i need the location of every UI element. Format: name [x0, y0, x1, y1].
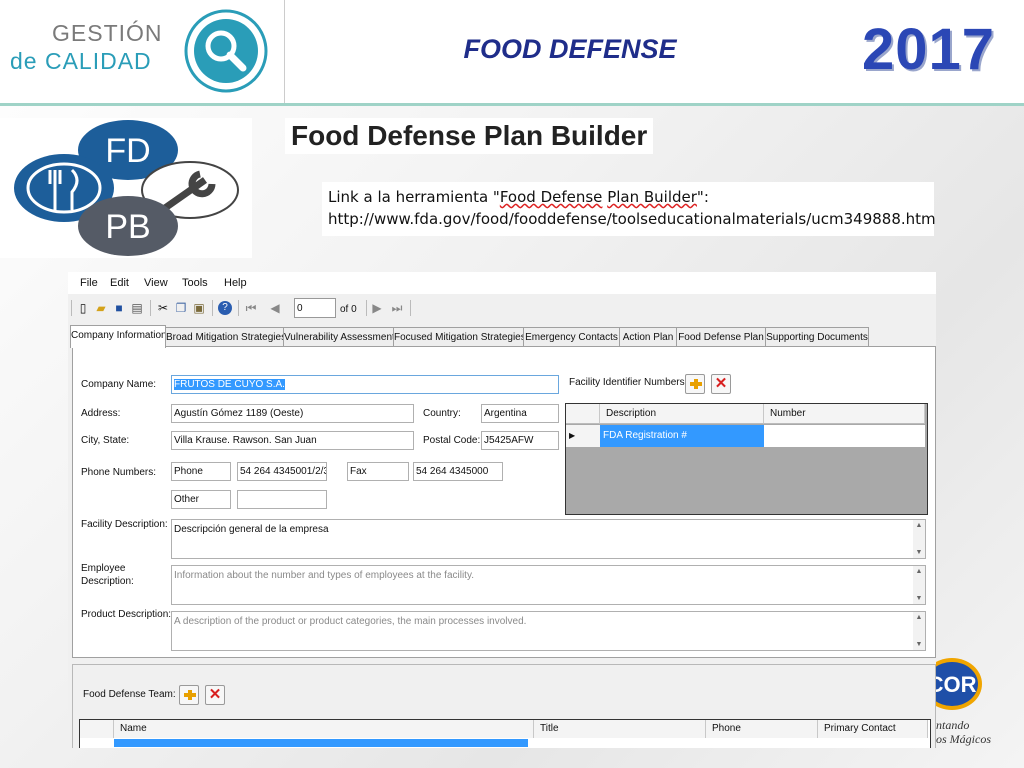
print-icon[interactable]: ▤ — [130, 301, 144, 315]
first-page-icon[interactable]: ⏮ — [244, 301, 258, 315]
prev-page-icon[interactable]: ◀ — [268, 301, 282, 315]
logo-line1: GESTIÓN — [52, 20, 163, 46]
slide-year: 2017 — [862, 17, 996, 82]
phone-numbers-label: Phone Numbers: — [81, 467, 157, 478]
paste-icon[interactable]: ▣ — [192, 301, 206, 315]
menu-file[interactable]: File — [80, 277, 98, 289]
header-divider — [0, 103, 1024, 106]
scrollbar[interactable]: ▲ ▼ — [913, 566, 925, 604]
facility-id-grid: Description Number ▶ FDA Registration # — [565, 403, 928, 515]
grid-header-number[interactable]: Number — [764, 404, 925, 424]
toolbar: ▯ ▰ ■ ▤ ✂ ❐ ▣ ? ⏮ ◀ 0 of 0 ▶ ⏭ — [68, 296, 936, 322]
menu-tools[interactable]: Tools — [182, 277, 208, 289]
next-page-icon[interactable]: ▶ — [370, 301, 384, 315]
postal-code-label: Postal Code: — [423, 435, 481, 446]
new-file-icon[interactable]: ▯ — [76, 301, 90, 315]
postal-code-input[interactable]: J5425AFW — [481, 431, 559, 450]
page-count-label: of 0 — [340, 304, 357, 315]
open-folder-icon[interactable]: ▰ — [94, 301, 108, 315]
scrollbar[interactable]: ▲ ▼ — [913, 520, 925, 558]
fdpb-logo: FD PB — [0, 118, 252, 258]
slide-header: GESTIÓN de CALIDAD FOOD DEFENSE 2017 — [0, 0, 1024, 104]
builder-title: Food Defense Plan Builder — [285, 118, 654, 154]
facility-id-label: Facility Identifier Numbers: — [569, 377, 688, 388]
country-input[interactable]: Argentina — [481, 404, 559, 423]
other-value-input[interactable] — [237, 490, 327, 509]
food-defense-team-panel: Food Defense Team: ✕ Name Title Phone Pr… — [72, 664, 936, 748]
employee-description-label-1: Employee — [81, 563, 126, 574]
company-info-panel: Company Name: FRUTOS DE CUYO S.A. Addres… — [72, 346, 936, 658]
team-header-phone[interactable]: Phone — [706, 720, 818, 738]
other-type-input[interactable]: Other — [171, 490, 231, 509]
city-input[interactable]: Villa Krause. Rawson. San Juan — [171, 431, 414, 450]
facility-description-input[interactable]: Descripción general de la empresa ▲ ▼ — [171, 519, 926, 559]
tab-action-plan[interactable]: Action Plan — [619, 327, 677, 347]
team-header-primary-contact[interactable]: Primary Contact — [818, 720, 928, 738]
row-indicator-icon: ▶ — [566, 425, 600, 447]
tab-strip: Company Information Broad Mitigation Str… — [68, 325, 936, 348]
product-description-label: Product Description: — [81, 609, 172, 620]
scrollbar[interactable]: ▲ ▼ — [913, 612, 925, 650]
add-team-member-button[interactable] — [179, 685, 199, 705]
phone-value-input[interactable]: 54 264 4345001/2/3 — [237, 462, 327, 481]
add-facility-id-button[interactable] — [685, 374, 705, 394]
tab-broad-mitigation[interactable]: Broad Mitigation Strategies — [165, 327, 284, 347]
help-icon[interactable]: ? — [218, 301, 232, 315]
tab-focused-mitigation[interactable]: Focused Mitigation Strategies — [393, 327, 524, 347]
city-label: City, State: — [81, 435, 130, 446]
page-number-input[interactable]: 0 — [294, 298, 336, 318]
team-header-title[interactable]: Title — [534, 720, 706, 738]
corner-logo-text: COR — [936, 672, 977, 697]
corner-logo: COR ntando os Mágicos — [922, 656, 1024, 768]
company-name-input[interactable]: FRUTOS DE CUYO S.A. — [171, 375, 559, 394]
fax-type-input[interactable]: Fax — [347, 462, 409, 481]
address-input[interactable]: Agustín Gómez 1189 (Oeste) — [171, 404, 414, 423]
employee-description-input[interactable]: Information about the number and types o… — [171, 565, 926, 605]
grid-cell-number[interactable] — [764, 425, 925, 447]
grid-cell-description[interactable]: FDA Registration # — [600, 425, 764, 447]
last-page-icon[interactable]: ⏭ — [390, 301, 404, 315]
link-box: Link a la herramienta "Food Defense Plan… — [322, 182, 936, 236]
logo-line2: de CALIDAD — [10, 48, 152, 74]
tab-food-defense-plan[interactable]: Food Defense Plan — [676, 327, 766, 347]
tab-emergency-contacts[interactable]: Emergency Contacts — [523, 327, 620, 347]
team-row-selected[interactable] — [114, 739, 528, 747]
tab-supporting-documents[interactable]: Supporting Documents — [765, 327, 869, 347]
team-grid: Name Title Phone Primary Contact — [79, 719, 931, 748]
cut-icon[interactable]: ✂ — [156, 301, 170, 315]
country-label: Country: — [423, 408, 461, 419]
fdpb-top-text: FD — [105, 132, 150, 170]
tool-link[interactable]: http://www.fda.gov/food/fooddefense/tool… — [328, 208, 936, 230]
fdpb-bottom-text: PB — [105, 208, 150, 246]
grid-header-description[interactable]: Description — [600, 404, 764, 424]
corner-text-1: ntando — [936, 718, 970, 732]
address-label: Address: — [81, 408, 121, 419]
tab-company-information[interactable]: Company Information — [70, 325, 166, 348]
copy-icon[interactable]: ❐ — [174, 301, 188, 315]
slide-title: FOOD DEFENSE — [463, 34, 677, 64]
save-icon[interactable]: ■ — [112, 301, 126, 315]
product-description-input[interactable]: A description of the product or product … — [171, 611, 926, 651]
menu-help[interactable]: Help — [224, 277, 247, 289]
menu-view[interactable]: View — [144, 277, 168, 289]
team-header-name[interactable]: Name — [114, 720, 534, 738]
fdpb-app-window: File Edit View Tools Help ▯ ▰ ■ ▤ ✂ ❐ ▣ … — [68, 272, 936, 748]
menu-edit[interactable]: Edit — [110, 277, 129, 289]
employee-description-label-2: Description: — [81, 576, 134, 587]
menu-bar: File Edit View Tools Help — [68, 272, 936, 294]
company-name-label: Company Name: — [81, 379, 157, 390]
phone-type-input[interactable]: Phone — [171, 462, 231, 481]
food-defense-team-label: Food Defense Team: — [83, 689, 176, 700]
gestion-calidad-logo: GESTIÓN de CALIDAD — [0, 0, 285, 104]
magnifier-icon — [184, 9, 268, 93]
delete-facility-id-button[interactable]: ✕ — [711, 374, 731, 394]
tab-vulnerability-assessment[interactable]: Vulnerability Assessment — [283, 327, 394, 347]
corner-text-2: os Mágicos — [936, 732, 991, 746]
delete-team-member-button[interactable]: ✕ — [205, 685, 225, 705]
facility-description-label: Facility Description: — [81, 519, 168, 530]
fax-value-input[interactable]: 54 264 4345000 — [413, 462, 503, 481]
